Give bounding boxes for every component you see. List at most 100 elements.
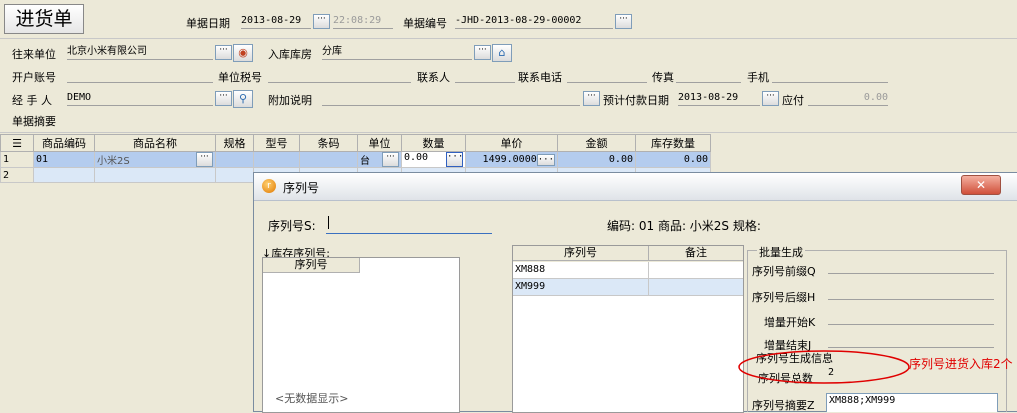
cell-name[interactable]: 小米2S ··· (94, 151, 216, 168)
qty-picker-button[interactable]: ··· (446, 152, 463, 167)
col-header-qty[interactable]: 数量 (401, 134, 466, 152)
col-header-name[interactable]: 商品名称 (94, 134, 216, 152)
prefix-label: 序列号前缀Q (752, 265, 816, 278)
cell-price-text: 1499.0000 (482, 154, 537, 165)
text-cursor (328, 216, 329, 229)
cell-spec[interactable] (215, 151, 254, 168)
number-field[interactable]: -JHD-2013-08-29-00002 (455, 13, 613, 29)
number-label: 单据编号 (403, 17, 447, 30)
dialog-titlebar[interactable]: r 序列号 ✕ (254, 173, 1017, 201)
list-item[interactable]: XM999 (513, 279, 743, 296)
handler-lookup-icon[interactable]: ⚲ (233, 90, 253, 108)
paydate-label: 预计付款日期 (603, 94, 669, 107)
cell-model[interactable] (253, 151, 300, 168)
batch-group-title: 批量生成 (757, 244, 805, 260)
header-divider (0, 38, 1017, 39)
table-row[interactable]: 1 01 小米2S ··· 台 ··· 0.00 ··· 1499.0000··· 0… (0, 151, 711, 168)
suffix-input[interactable] (828, 285, 994, 300)
summary-label: 单据摘要 (12, 115, 56, 128)
note-field[interactable] (322, 90, 580, 106)
row-number: 2 (0, 167, 34, 183)
summary-field[interactable] (67, 111, 1007, 126)
col-header-stock[interactable]: 库存数量 (635, 134, 711, 152)
col-header-code[interactable]: 商品编码 (33, 134, 95, 152)
handler-picker-button[interactable]: ··· (215, 91, 232, 106)
tax-field[interactable] (268, 67, 411, 83)
payable-field[interactable]: 0.00 (808, 90, 888, 106)
partner-lookup-icon[interactable]: ◉ (233, 44, 253, 62)
tax-label: 单位税号 (218, 71, 262, 84)
price-picker-button[interactable]: ··· (536, 154, 555, 166)
note-col-header[interactable]: 备注 (649, 246, 743, 261)
annotation-ellipse (738, 350, 910, 384)
number-picker-button[interactable]: ··· (615, 14, 632, 29)
phone-field[interactable] (567, 67, 647, 83)
cell-barcode[interactable] (299, 151, 358, 168)
warehouse-picker-button[interactable]: ··· (474, 45, 491, 60)
prefix-input[interactable] (828, 259, 994, 274)
form-divider (0, 132, 1017, 133)
list-item[interactable]: XM888 (513, 262, 743, 279)
serial-col-header[interactable]: 序列号 (513, 246, 649, 261)
serial-list[interactable]: 序列号 备注 XM888 XM999 (512, 245, 744, 413)
partner-label: 往来单位 (12, 48, 56, 61)
date-picker-button[interactable]: ··· (313, 14, 330, 29)
cell-name[interactable] (94, 167, 216, 183)
serial-summary-value: XM888;XM999 (829, 395, 896, 406)
suffix-label: 序列号后缀H (752, 291, 816, 304)
cell-price[interactable]: 1499.0000··· (465, 151, 558, 168)
cell-stock[interactable]: 0.00 (635, 151, 711, 168)
cell-qty[interactable]: 0.00 ··· (401, 151, 466, 168)
stock-col-header[interactable]: 序列号 (263, 258, 360, 273)
col-header-barcode[interactable]: 条码 (299, 134, 358, 152)
name-picker-button[interactable]: ··· (196, 152, 213, 167)
serial-summary-box[interactable]: XM888;XM999 (826, 393, 998, 412)
serial-input[interactable] (326, 213, 492, 234)
time-field[interactable]: 22:08:29 (333, 13, 393, 29)
cell-code[interactable] (33, 167, 95, 183)
cell-amount[interactable]: 0.00 (557, 151, 636, 168)
unit-picker-button[interactable]: ··· (382, 152, 399, 167)
inc-start-input[interactable] (828, 310, 994, 325)
col-header-unit[interactable]: 单位 (357, 134, 402, 152)
grid-row-handle[interactable]: ☰ (0, 134, 34, 152)
note-label: 附加说明 (268, 94, 312, 107)
stock-serial-list[interactable]: 序列号 <无数据显示> (262, 257, 460, 413)
col-header-price[interactable]: 单价 (465, 134, 558, 152)
close-icon[interactable]: ✕ (961, 175, 1001, 195)
warehouse-label: 入库库房 (268, 48, 312, 61)
app-logo-icon: r (262, 179, 276, 193)
col-header-spec[interactable]: 规格 (215, 134, 254, 152)
paydate-field[interactable]: 2013-08-29 (678, 90, 760, 106)
cell-divider (648, 279, 649, 295)
dialog-title: 序列号 (283, 181, 320, 195)
bank-label: 开户账号 (12, 71, 56, 84)
contact-field[interactable] (455, 67, 515, 83)
inc-end-input[interactable] (828, 333, 994, 348)
mobile-field[interactable] (772, 67, 888, 83)
cell-divider (648, 262, 649, 278)
partner-picker-button[interactable]: ··· (215, 45, 232, 60)
date-field[interactable]: 2013-08-29 (241, 13, 311, 29)
partner-field[interactable]: 北京小米有限公司 (67, 44, 213, 60)
annotation-text: 序列号进货入库2个 (909, 357, 1013, 371)
warehouse-field[interactable]: 分库 (322, 44, 472, 60)
note-picker-button[interactable]: ··· (583, 91, 600, 106)
cell-qty-text: 0.00 (404, 152, 429, 164)
warehouse-house-icon[interactable]: ⌂ (492, 44, 512, 62)
col-header-model[interactable]: 型号 (253, 134, 300, 152)
cell-name-text: 小米2S (97, 156, 130, 167)
paydate-picker-button[interactable]: ··· (762, 91, 779, 106)
serial-value: XM999 (515, 281, 546, 292)
fax-field[interactable] (676, 67, 741, 83)
mobile-label: 手机 (747, 71, 769, 84)
cell-code[interactable]: 01 (33, 151, 95, 168)
row-number: 1 (0, 151, 34, 168)
handler-label: 经 手 人 (12, 94, 52, 107)
cell-unit[interactable]: 台 ··· (357, 151, 402, 168)
col-header-amount[interactable]: 金额 (557, 134, 636, 152)
payable-label: 应付 (782, 94, 804, 107)
handler-field[interactable]: DEMO (67, 90, 213, 106)
cell-spec[interactable] (215, 167, 254, 183)
bank-field[interactable] (67, 67, 213, 83)
